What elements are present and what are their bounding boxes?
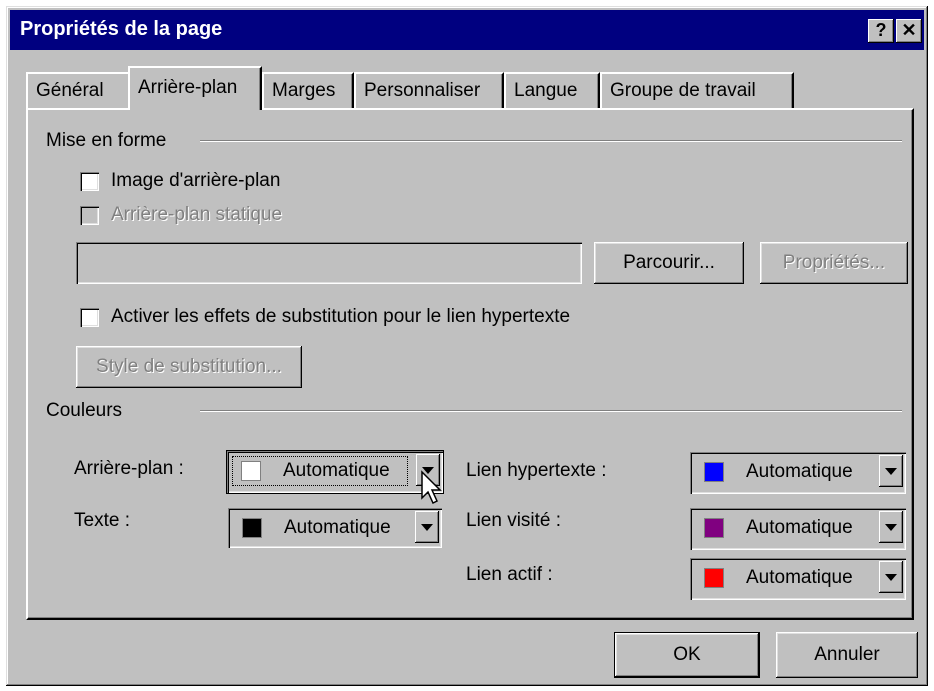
group-divider [200,140,902,142]
hyperlink-color-swatch [704,462,724,482]
tab-workgroup[interactable]: Groupe de travail [600,72,794,108]
background-image-checkbox[interactable] [80,171,99,191]
mouse-pointer-icon [421,470,442,505]
tab-margins[interactable]: Marges [262,72,354,108]
tab-general[interactable]: Général [26,72,132,108]
background-color-label: Arrière-plan : [74,458,184,479]
tab-language[interactable]: Langue [504,72,600,108]
active-link-color-select[interactable]: Automatique [690,558,906,600]
tab-background[interactable]: Arrière-plan [128,66,262,110]
background-image-label: Image d'arrière-plan [111,170,281,191]
hyperlink-color-value: Automatique [746,461,853,482]
background-image-option[interactable]: Image d'arrière-plan [80,170,280,192]
tab-label: Marges [272,80,336,101]
ok-button[interactable]: OK [614,632,760,678]
tab-customize[interactable]: Personnaliser [354,72,504,108]
background-color-value: Automatique [283,460,390,481]
rollover-checkbox[interactable] [80,307,99,327]
chevron-down-icon[interactable] [879,511,903,543]
chevron-down-icon[interactable] [415,511,439,543]
browse-button[interactable]: Parcourir... [594,242,744,284]
formatting-group-label: Mise en forme [46,130,167,152]
rollover-label: Activer les effets de substitution pour … [111,306,571,327]
static-background-checkbox [80,205,99,225]
text-color-label: Texte : [74,510,130,531]
active-link-color-swatch [704,568,724,588]
tab-label: Personnaliser [364,80,481,101]
hyperlink-color-select[interactable]: Automatique [690,452,906,494]
help-button[interactable]: ? [868,19,894,43]
visited-link-color-swatch [704,518,724,538]
visited-link-color-label: Lien visité : [466,510,562,531]
window-title: Propriétés de la page [20,18,223,40]
tab-label: Arrière-plan [138,77,238,98]
visited-link-color-select[interactable]: Automatique [690,508,906,550]
close-button[interactable]: ✕ [896,19,922,43]
visited-link-color-value: Automatique [746,517,853,538]
text-color-value: Automatique [284,517,391,538]
rollover-option[interactable]: Activer les effets de substitution pour … [80,306,570,328]
group-divider [200,410,902,412]
colors-group-label: Couleurs [46,400,123,422]
hyperlink-color-label: Lien hypertexte : [466,460,607,481]
properties-button: Propriétés... [760,242,908,284]
tab-label: Général [36,80,104,101]
active-link-color-label: Lien actif : [466,564,553,585]
chevron-down-icon[interactable] [879,455,903,487]
title-bar[interactable]: Propriétés de la page ? ✕ [10,10,924,50]
static-background-label: Arrière-plan statique [111,204,283,225]
background-color-select[interactable]: Automatique [226,450,444,494]
active-link-color-value: Automatique [746,567,853,588]
chevron-down-icon[interactable] [879,561,903,593]
rollover-style-button: Style de substitution... [76,346,302,388]
cancel-button[interactable]: Annuler [776,632,918,678]
image-path-field[interactable] [76,242,582,284]
text-color-select[interactable]: Automatique [228,508,442,548]
text-color-swatch [242,518,262,538]
tab-label: Groupe de travail [610,80,756,101]
static-background-option: Arrière-plan statique [80,204,282,226]
tab-label: Langue [514,80,578,101]
